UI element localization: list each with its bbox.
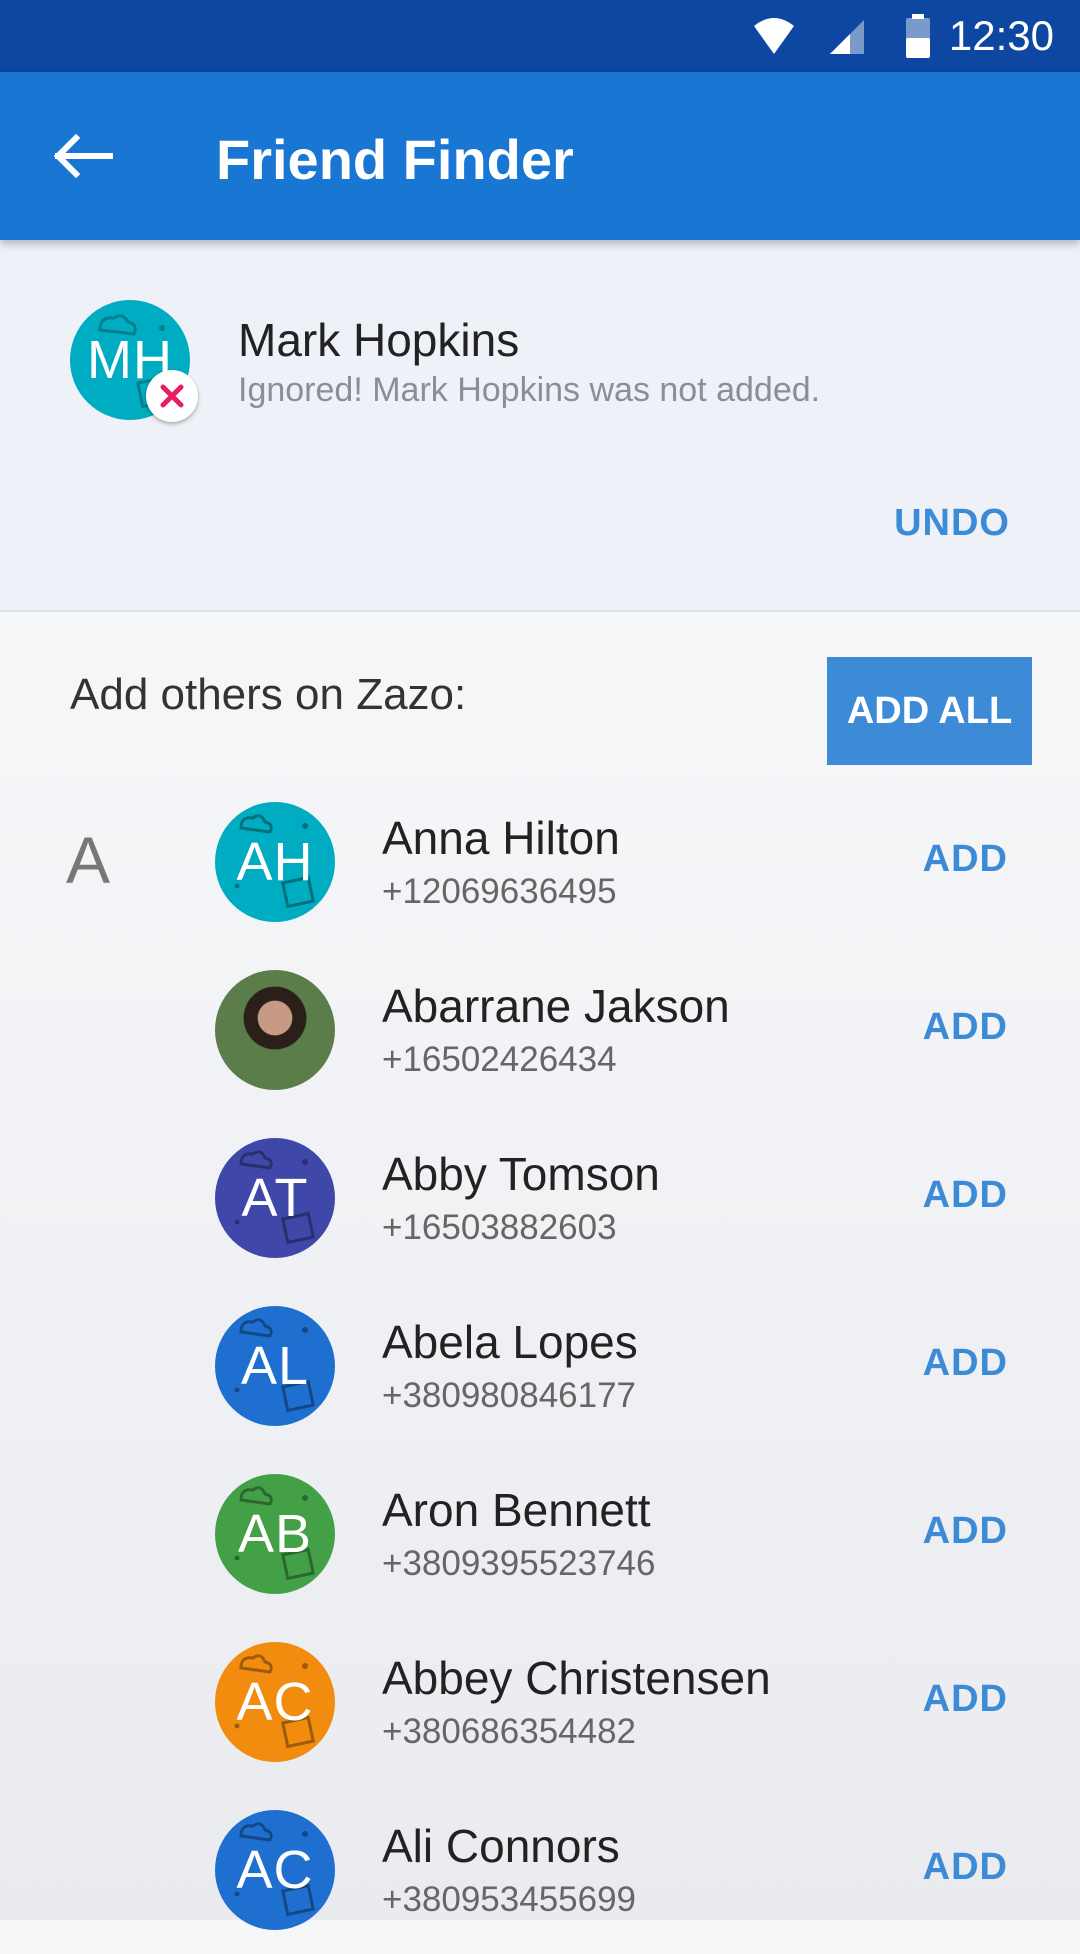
app-bar: Friend Finder <box>0 72 1080 240</box>
ignored-message: Ignored! Mark Hopkins was not added. <box>238 371 821 409</box>
contact-phone: +16503882603 <box>382 1208 617 1247</box>
contact-phone: +380980846177 <box>382 1376 637 1415</box>
page-title: Friend Finder <box>216 128 574 191</box>
contact-phone: +12069636495 <box>382 872 617 911</box>
avatar-initials: AB <box>237 1504 313 1564</box>
contact-name: Abarrane Jakson <box>382 980 730 1032</box>
add-contact-button[interactable]: ADD <box>923 1678 1008 1721</box>
avatar: AC <box>215 1642 335 1762</box>
add-contact-button[interactable]: ADD <box>923 1006 1008 1049</box>
contact-phone: +380953455699 <box>382 1880 637 1919</box>
avatar-initials: AL <box>240 1336 310 1396</box>
section-heading: Add others on Zazo: <box>70 670 467 719</box>
contact-name: Abby Tomson <box>382 1148 660 1200</box>
contact-row: AT Abby Tomson +16503882603 ADD <box>0 1114 1080 1282</box>
add-contact-button[interactable]: ADD <box>923 838 1008 881</box>
contact-name: Anna Hilton <box>382 812 620 864</box>
avatar-initials: AC <box>236 1672 314 1732</box>
avatar-initials: AT <box>241 1168 309 1228</box>
contact-row: AB Aron Bennett +3809395523746 ADD <box>0 1450 1080 1618</box>
arrow-left-icon <box>54 134 113 178</box>
contact-name: Aron Bennett <box>382 1484 651 1536</box>
close-icon <box>160 384 184 408</box>
contact-name: Abbey Christensen <box>382 1652 771 1704</box>
avatar-photo <box>215 970 335 1090</box>
avatar: AB <box>215 1474 335 1594</box>
status-time: 12:30 <box>948 12 1054 59</box>
avatar-initials: AC <box>236 1840 314 1900</box>
status-bar: 12:30 <box>0 0 1080 72</box>
add-all-button[interactable]: ADD ALL <box>827 657 1032 765</box>
ignored-contact-name: Mark Hopkins <box>238 314 520 366</box>
contact-name: Ali Connors <box>382 1820 620 1872</box>
contact-phone: +3809395523746 <box>382 1544 656 1583</box>
contact-phone: +16502426434 <box>382 1040 617 1079</box>
avatar: AH <box>215 802 335 922</box>
contact-row: AL Abela Lopes +380980846177 ADD <box>0 1282 1080 1450</box>
undo-button[interactable]: UNDO <box>894 502 1010 545</box>
avatar: AC <box>215 1810 335 1930</box>
add-contact-button[interactable]: ADD <box>923 1510 1008 1553</box>
back-button[interactable] <box>40 116 128 196</box>
contact-row: AH Anna Hilton +12069636495 ADD <box>0 778 1080 946</box>
ignored-badge <box>146 370 198 422</box>
contact-row: Abarrane Jakson +16502426434 ADD <box>0 946 1080 1114</box>
add-contact-button[interactable]: ADD <box>923 1846 1008 1889</box>
battery-icon <box>906 14 930 58</box>
ignored-notice-card: MH Mark Hopkins Ignored! Mark Hopkins wa… <box>0 240 1080 612</box>
wifi-icon <box>754 18 794 54</box>
add-contact-button[interactable]: ADD <box>923 1342 1008 1385</box>
contact-phone: +380686354482 <box>382 1712 637 1751</box>
avatar-initials: AH <box>236 832 314 892</box>
avatar: AL <box>215 1306 335 1426</box>
contact-row: AC Ali Connors +380953455699 ADD <box>0 1786 1080 1954</box>
contact-row: AC Abbey Christensen +380686354482 ADD <box>0 1618 1080 1786</box>
cell-signal-icon <box>830 20 864 54</box>
add-contact-button[interactable]: ADD <box>923 1174 1008 1217</box>
contact-name: Abela Lopes <box>382 1316 638 1368</box>
avatar: AT <box>215 1138 335 1258</box>
